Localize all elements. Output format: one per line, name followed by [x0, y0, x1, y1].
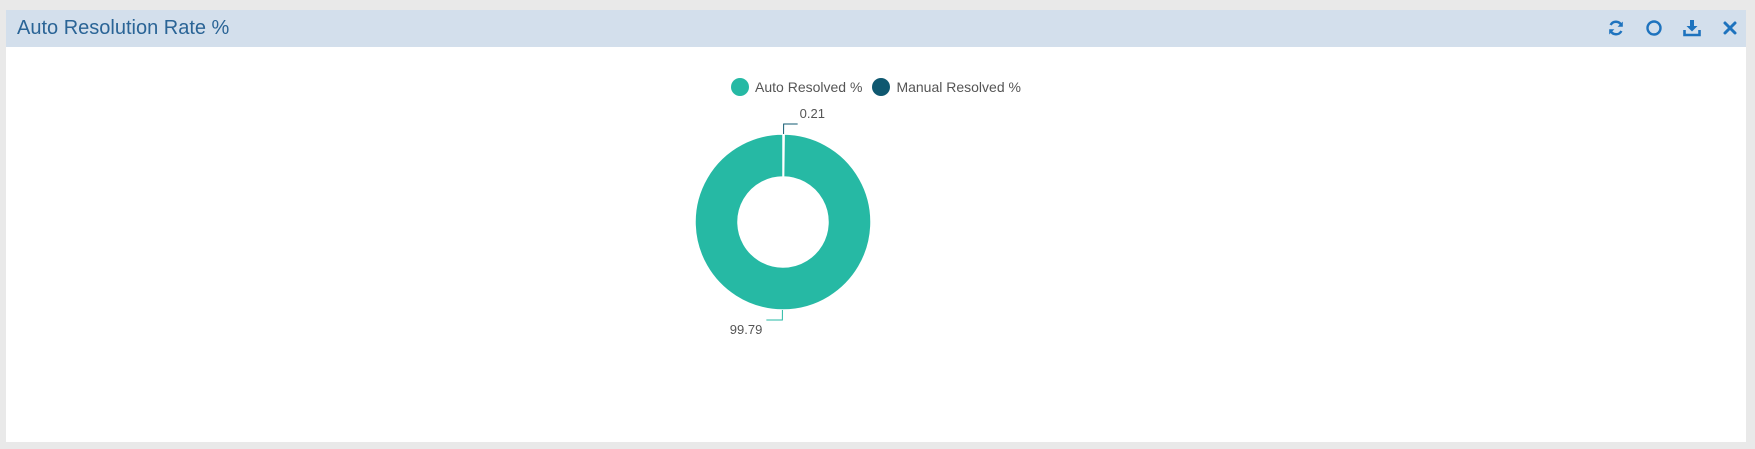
data-label-auto: 99.79 — [730, 322, 763, 337]
slice-auto-resolved[interactable] — [694, 133, 872, 311]
donut-chart: 0.21 99.79 — [694, 106, 872, 337]
data-label-manual: 0.21 — [800, 106, 825, 121]
chart-panel: Auto Resolution Rate % Auto Resolved % M… — [6, 10, 1746, 442]
label-line-auto — [766, 309, 783, 321]
label-line-manual — [783, 123, 798, 135]
